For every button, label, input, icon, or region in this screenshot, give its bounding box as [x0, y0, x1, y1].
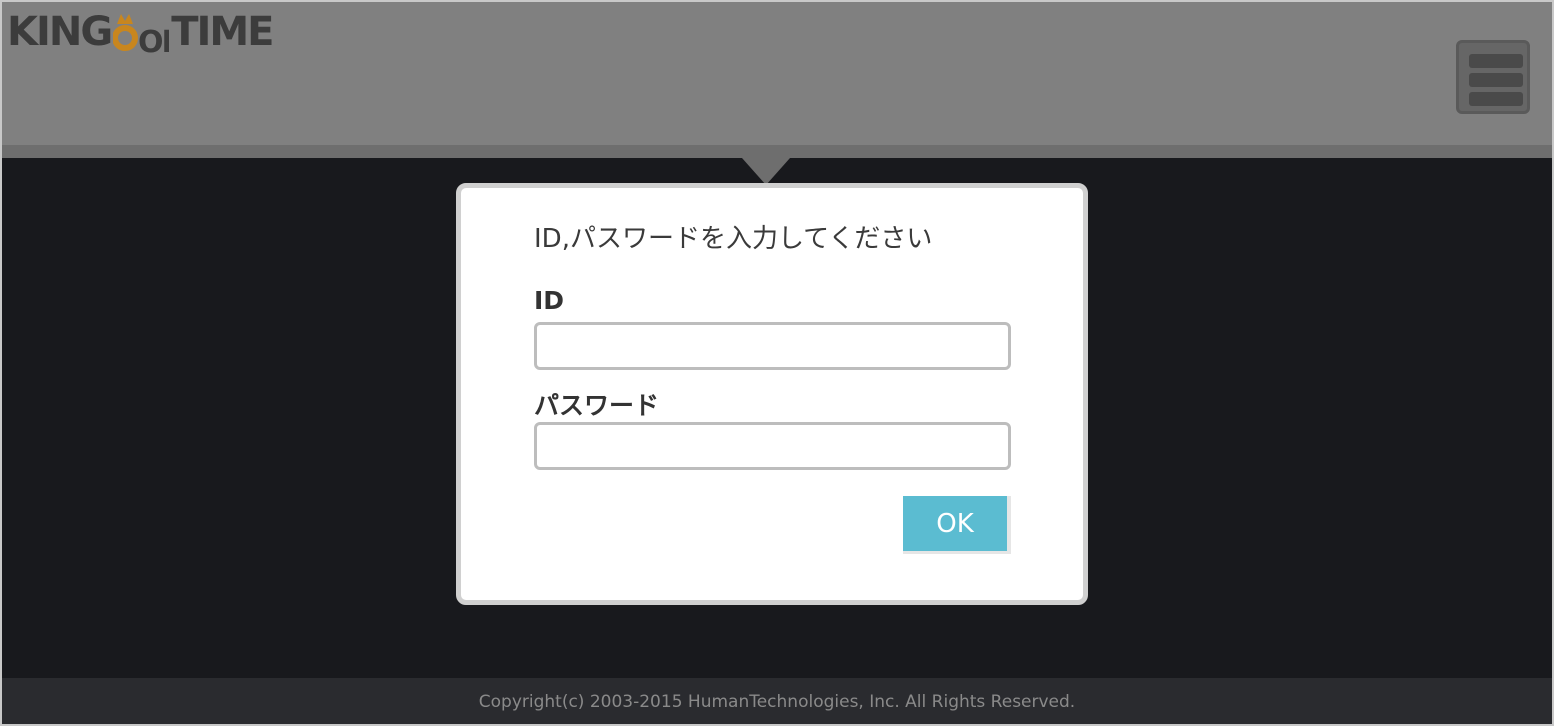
copyright-text: Copyright(c) 2003-2015 HumanTechnologies…: [478, 692, 1076, 712]
id-field[interactable]: [534, 322, 1011, 370]
footer: Copyright(c) 2003-2015 HumanTechnologies…: [2, 678, 1552, 724]
logo-text-time: TIME: [171, 9, 274, 55]
king-of-time-logo[interactable]: KING OF TIME: [7, 9, 274, 55]
ok-button[interactable]: OK: [903, 496, 1011, 554]
menu-button[interactable]: [1456, 40, 1530, 114]
crown-icon: OF: [113, 14, 169, 54]
logo-of-mark: OF: [113, 12, 169, 54]
login-dialog: ID,パスワードを入力してください ID パスワード OK: [456, 183, 1088, 605]
id-label: ID: [534, 286, 565, 315]
svg-text:OF: OF: [138, 25, 169, 54]
header-divider: [2, 145, 1552, 158]
header: KING OF TIME: [2, 2, 1552, 158]
password-label: パスワード: [534, 391, 660, 420]
logo-text-king: KING: [7, 9, 113, 55]
dialog-pointer: [742, 158, 790, 185]
app-frame: KING OF TIME ID,パスワードを入力してください ID パスワ: [2, 2, 1552, 724]
login-prompt: ID,パスワードを入力してください: [534, 224, 933, 254]
password-field[interactable]: [534, 422, 1011, 470]
